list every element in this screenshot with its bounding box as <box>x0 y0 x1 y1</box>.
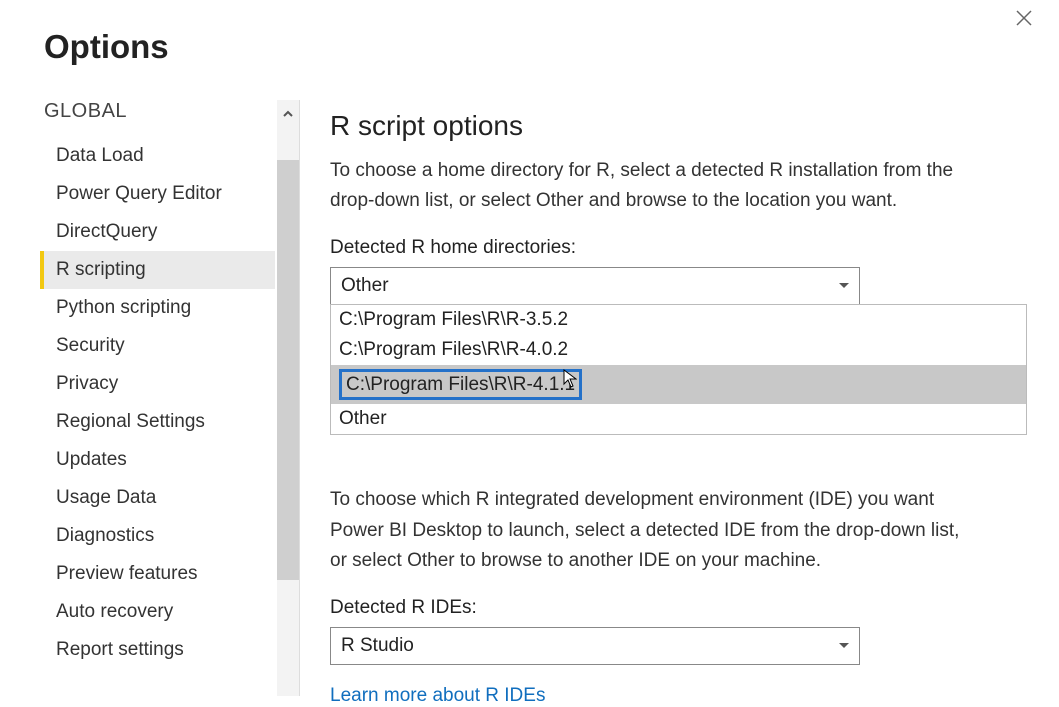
ide-selected-value: R Studio <box>341 635 414 657</box>
scrollbar-up-button[interactable] <box>277 100 299 128</box>
ide-select[interactable]: R Studio <box>330 627 860 665</box>
sidebar-item-auto-recovery[interactable]: Auto recovery <box>40 593 275 631</box>
ide-description: To choose which R integrated development… <box>330 485 970 576</box>
home-dir-option-r411[interactable]: C:\Program Files\R\R-4.1.1 <box>331 365 1026 405</box>
close-button[interactable] <box>1011 5 1037 31</box>
content-panel: R script options To choose a home direct… <box>300 100 1059 696</box>
page-title: Options <box>0 0 1059 66</box>
sidebar-item-security[interactable]: Security <box>40 327 275 365</box>
content-heading: R script options <box>330 110 1029 142</box>
sidebar-item-report-settings[interactable]: Report settings <box>40 631 275 669</box>
home-dir-selected-value: Other <box>341 275 389 297</box>
sidebar-item-updates[interactable]: Updates <box>40 441 275 479</box>
home-dir-label: Detected R home directories: <box>330 237 1029 259</box>
home-description: To choose a home directory for R, select… <box>330 156 970 217</box>
chevron-down-icon <box>839 283 849 288</box>
home-dir-option-r352[interactable]: C:\Program Files\R\R-3.5.2 <box>331 305 1026 335</box>
sidebar-item-r-scripting[interactable]: R scripting <box>40 251 275 289</box>
sidebar-item-regional-settings[interactable]: Regional Settings <box>40 403 275 441</box>
chevron-down-icon <box>839 643 849 648</box>
sidebar-wrap: GLOBAL Data Load Power Query Editor Dire… <box>0 100 300 696</box>
ide-section: To choose which R integrated development… <box>330 485 1029 706</box>
scrollbar-thumb[interactable] <box>277 160 299 580</box>
sidebar-item-directquery[interactable]: DirectQuery <box>40 213 275 251</box>
sidebar-item-data-load[interactable]: Data Load <box>40 137 275 175</box>
sidebar-item-power-query-editor[interactable]: Power Query Editor <box>40 175 275 213</box>
home-dir-option-r402[interactable]: C:\Program Files\R\R-4.0.2 <box>331 335 1026 365</box>
close-icon <box>1015 9 1033 27</box>
sidebar-section-global: GLOBAL <box>44 100 275 123</box>
home-dir-select[interactable]: Other <box>330 267 860 305</box>
chevron-up-icon <box>282 108 294 120</box>
sidebar-item-usage-data[interactable]: Usage Data <box>40 479 275 517</box>
sidebar-item-privacy[interactable]: Privacy <box>40 365 275 403</box>
home-dir-option-other[interactable]: Other <box>331 404 1026 434</box>
sidebar-item-preview-features[interactable]: Preview features <box>40 555 275 593</box>
home-dir-dropdown: C:\Program Files\R\R-3.5.2 C:\Program Fi… <box>330 304 1027 436</box>
sidebar-scrollbar[interactable] <box>277 100 299 696</box>
main-layout: GLOBAL Data Load Power Query Editor Dire… <box>0 100 1059 696</box>
sidebar: GLOBAL Data Load Power Query Editor Dire… <box>0 100 299 696</box>
sidebar-item-diagnostics[interactable]: Diagnostics <box>40 517 275 555</box>
sidebar-item-python-scripting[interactable]: Python scripting <box>40 289 275 327</box>
ide-label: Detected R IDEs: <box>330 597 1029 619</box>
